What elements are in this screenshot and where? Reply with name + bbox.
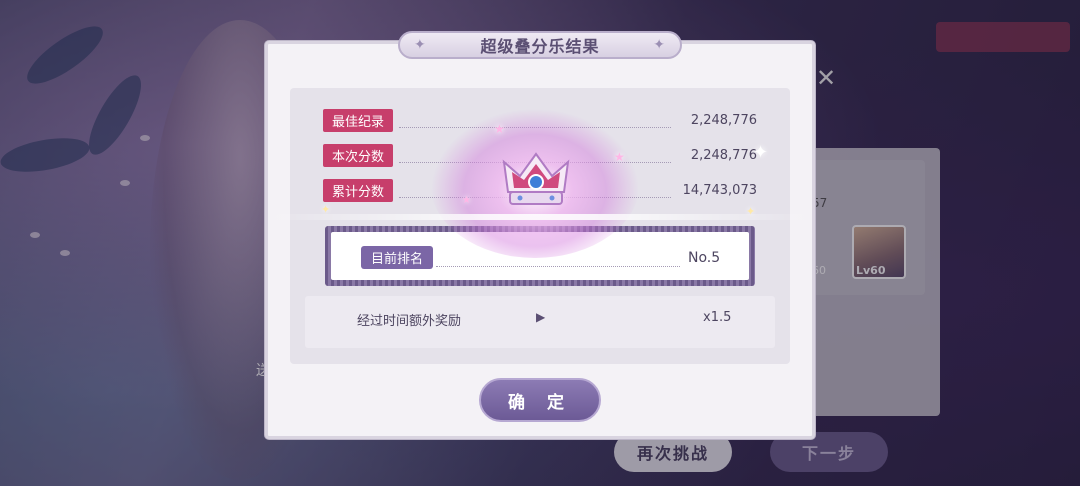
rank-label: 目前排名 [361, 246, 434, 269]
rank-dots [436, 266, 680, 267]
sparkle-icon: ✦ [746, 205, 756, 218]
sparkle-icon: ★ [462, 195, 471, 206]
sparkle-icon: ★ [614, 150, 625, 164]
sparkle-icon: ✦ [321, 203, 331, 216]
sparkle-icon: ✦ [653, 37, 666, 53]
light-flare [265, 214, 815, 220]
sparkle-icon: ✦ [414, 37, 427, 53]
sparkle-icon: ★ [494, 122, 505, 136]
play-arrow-icon: ▶ [536, 310, 546, 324]
total-score-value: 14,743,073 [682, 182, 757, 198]
bonus-value: x1.5 [703, 310, 732, 325]
total-score-label: 累计分数 [323, 178, 394, 202]
dialog-title-plate: ✦ 超级叠分乐结果 ✦ [398, 31, 682, 59]
dialog-title: 超级叠分乐结果 [480, 37, 600, 56]
confirm-button[interactable]: 确 定 [479, 378, 601, 422]
current-score-value: 2,248,776 [690, 147, 757, 163]
rank-value: No.5 [688, 250, 721, 266]
best-record-label: 最佳纪录 [323, 108, 394, 132]
crown-icon [502, 152, 570, 205]
current-score-label: 本次分数 [323, 143, 394, 167]
best-record-value: 2,248,776 [690, 112, 757, 128]
bonus-label: 经过时间额外奖励 [357, 314, 462, 329]
